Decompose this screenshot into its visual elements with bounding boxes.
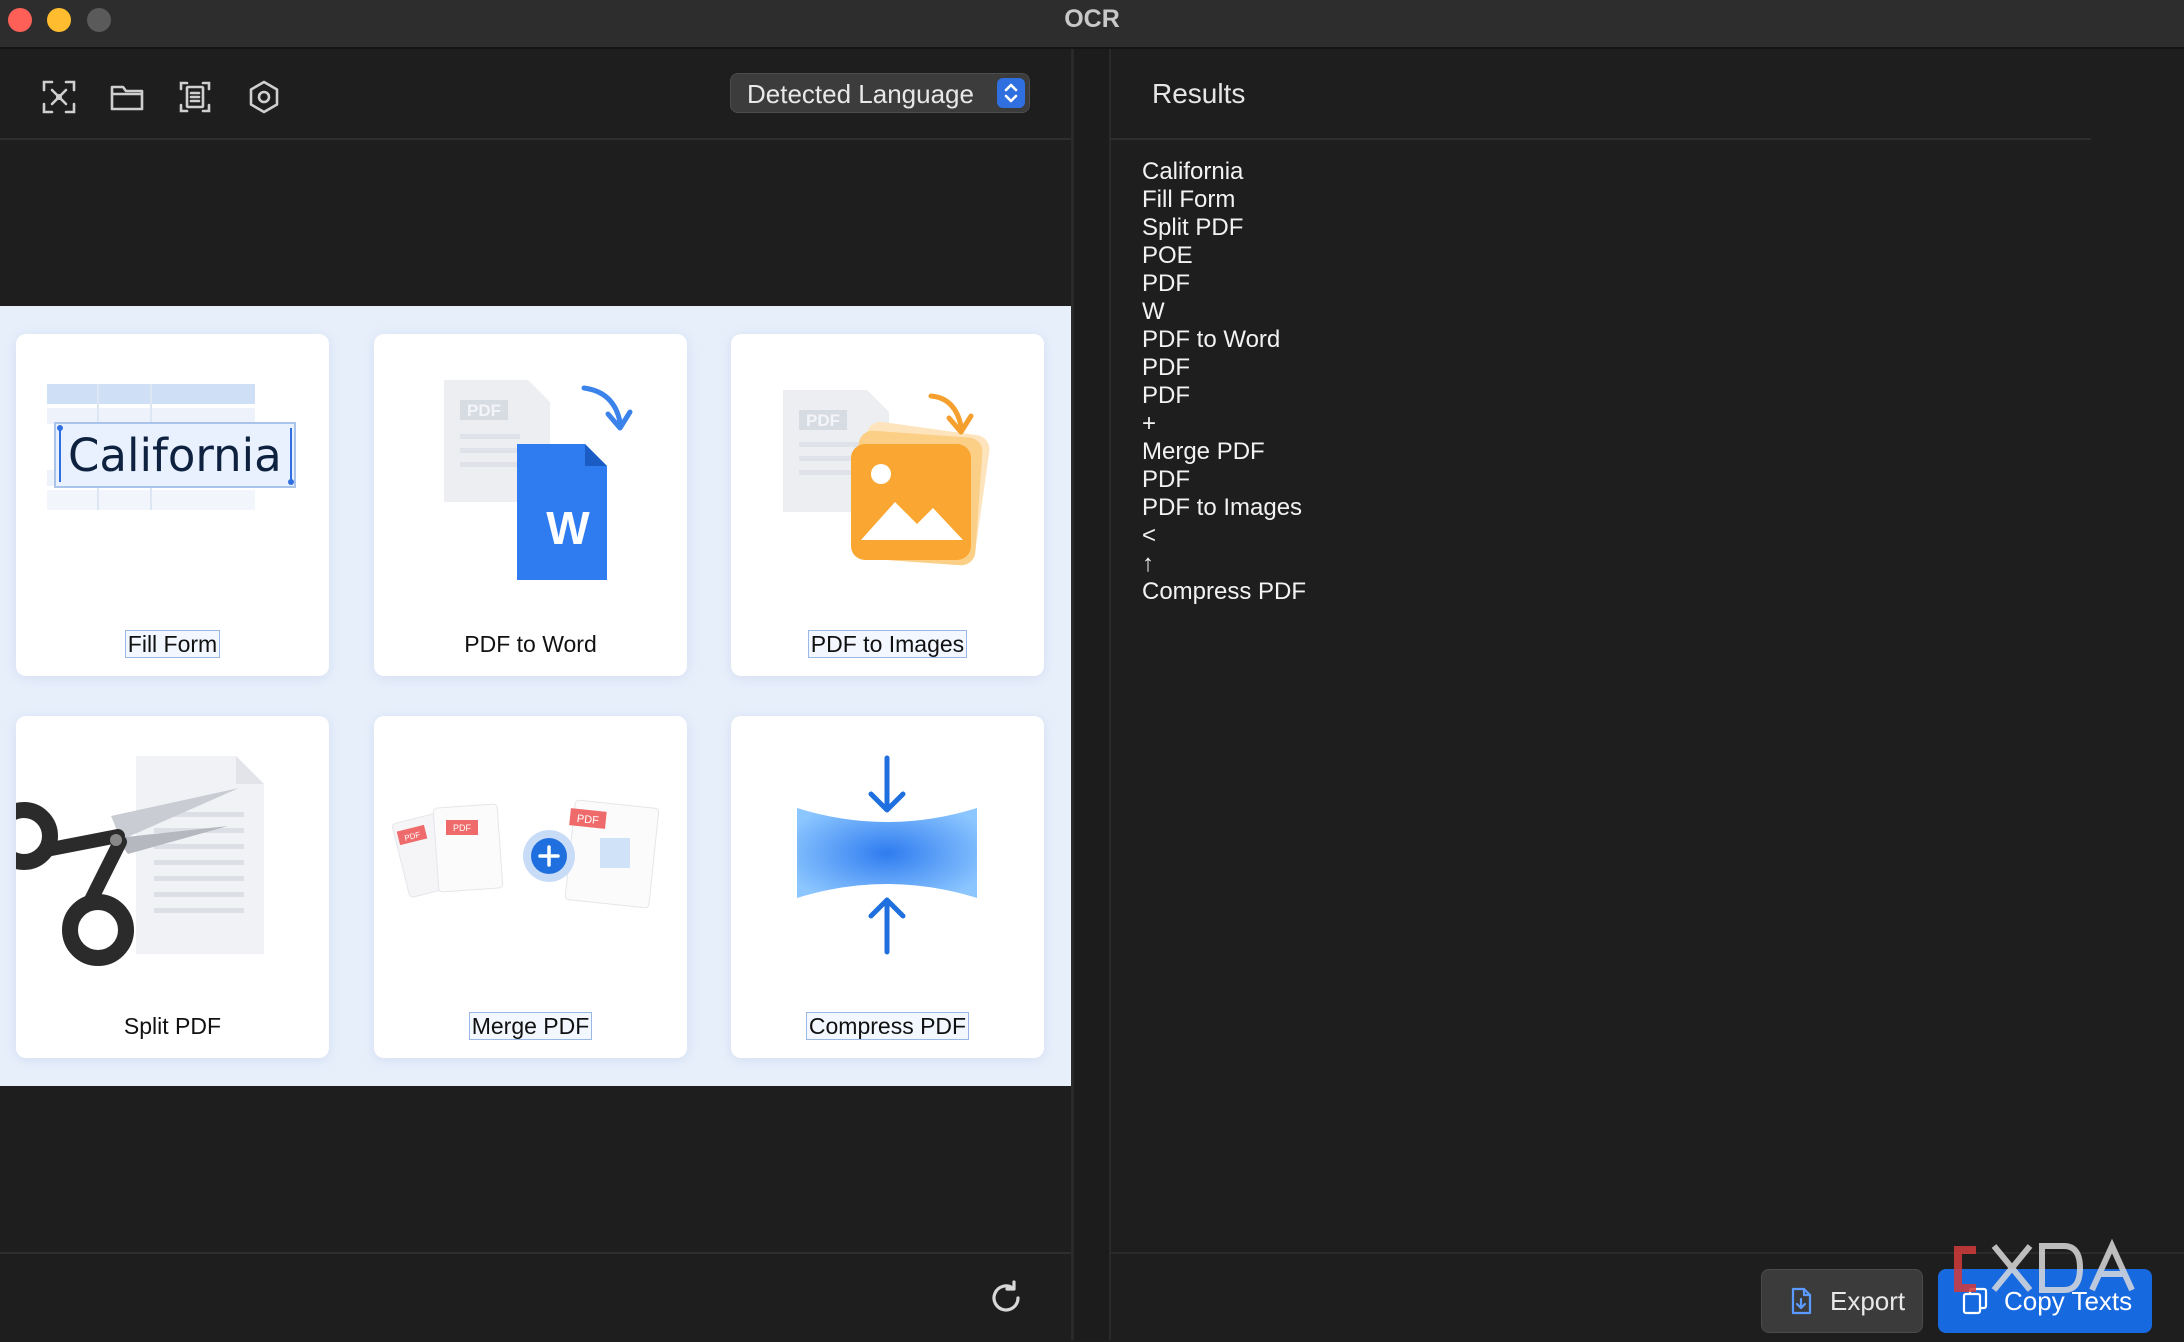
chevron-updown-icon bbox=[997, 78, 1025, 108]
pdf-to-images-card: PDF PDF to Images bbox=[731, 334, 1044, 676]
left-toolbar: Detected Language bbox=[0, 49, 1071, 140]
export-label: Export bbox=[1830, 1285, 1906, 1316]
card-label-fill-form: Fill Form bbox=[124, 630, 221, 658]
card-label-pdf-to-images: PDF to Images bbox=[807, 630, 968, 658]
pdf-to-word-card: PDF W PDF to Word bbox=[374, 334, 687, 676]
capture-area-button[interactable] bbox=[38, 76, 80, 118]
pdf-to-word-icon: PDF W bbox=[444, 380, 633, 580]
window-title: OCR bbox=[1064, 5, 1120, 33]
result-line: PDF bbox=[1142, 466, 1190, 493]
result-line: Compress PDF bbox=[1142, 578, 1307, 605]
settings-icon bbox=[249, 80, 279, 114]
result-line: Fill Form bbox=[1142, 186, 1236, 213]
fill-form-card: California Fill Form bbox=[16, 334, 329, 676]
result-line: PDF bbox=[1142, 270, 1190, 297]
result-line: PDF bbox=[1142, 382, 1190, 409]
language-select[interactable]: Detected Language bbox=[730, 73, 1030, 113]
results-text[interactable]: California Fill Form Split PDF POE PDF W… bbox=[1142, 158, 1306, 606]
svg-text:W: W bbox=[546, 502, 590, 554]
scan-document-button[interactable] bbox=[174, 76, 216, 118]
pdf-to-images-icon: PDF bbox=[783, 390, 990, 566]
result-line: ↑ bbox=[1142, 550, 1154, 577]
left-footer bbox=[0, 1252, 1071, 1342]
merge-pdf-card: PDF PDF PDF Merge PDF bbox=[374, 716, 687, 1058]
results-divider bbox=[1111, 138, 2091, 140]
open-folder-icon bbox=[110, 85, 144, 111]
card-label-merge-pdf: Merge PDF bbox=[468, 1012, 593, 1040]
export-file-icon bbox=[1791, 1287, 1812, 1315]
result-line: < bbox=[1142, 522, 1157, 549]
open-file-button[interactable] bbox=[106, 76, 148, 118]
scissors-icon bbox=[16, 756, 264, 966]
result-line: + bbox=[1142, 410, 1157, 437]
refresh-icon bbox=[992, 1280, 1020, 1312]
svg-text:PDF: PDF bbox=[467, 401, 501, 420]
compress-icon bbox=[797, 755, 977, 955]
result-line: W bbox=[1142, 298, 1165, 325]
export-button[interactable]: Export bbox=[1761, 1269, 1923, 1333]
image-preview: California Fill Form PDF W PDF to Word P… bbox=[0, 306, 1071, 1086]
fill-form-icon: California bbox=[47, 384, 296, 510]
settings-button[interactable] bbox=[243, 76, 285, 118]
california-art-text: California bbox=[68, 429, 282, 482]
card-label-pdf-to-word: PDF to Word bbox=[464, 631, 597, 657]
card-label-split-pdf: Split PDF bbox=[123, 1013, 222, 1039]
refresh-button[interactable] bbox=[986, 1278, 1026, 1318]
result-line: PDF to Word bbox=[1142, 326, 1281, 353]
xda-watermark-logo bbox=[1954, 1238, 2135, 1293]
capture-area-icon bbox=[42, 80, 76, 114]
compress-pdf-card: Compress PDF bbox=[731, 716, 1044, 1058]
pane-divider[interactable] bbox=[1071, 49, 1111, 1340]
result-line: Split PDF bbox=[1142, 214, 1244, 241]
result-line: PDF to Images bbox=[1142, 494, 1303, 521]
result-line: POE bbox=[1142, 242, 1193, 269]
result-line: California bbox=[1142, 158, 1244, 185]
title-bar: OCR bbox=[0, 0, 2184, 49]
card-label-compress-pdf: Compress PDF bbox=[805, 1012, 970, 1040]
svg-text:PDF: PDF bbox=[576, 813, 599, 827]
merge-pdf-icon: PDF PDF PDF bbox=[392, 799, 660, 909]
result-line: PDF bbox=[1142, 354, 1190, 381]
result-line: Merge PDF bbox=[1142, 438, 1265, 465]
svg-text:PDF: PDF bbox=[806, 411, 840, 430]
language-select-label: Detected Language bbox=[747, 79, 974, 109]
scan-document-icon bbox=[179, 81, 211, 113]
results-title: Results bbox=[1152, 78, 1246, 109]
svg-text:PDF: PDF bbox=[453, 823, 472, 833]
split-pdf-card: Split PDF bbox=[16, 716, 329, 1058]
